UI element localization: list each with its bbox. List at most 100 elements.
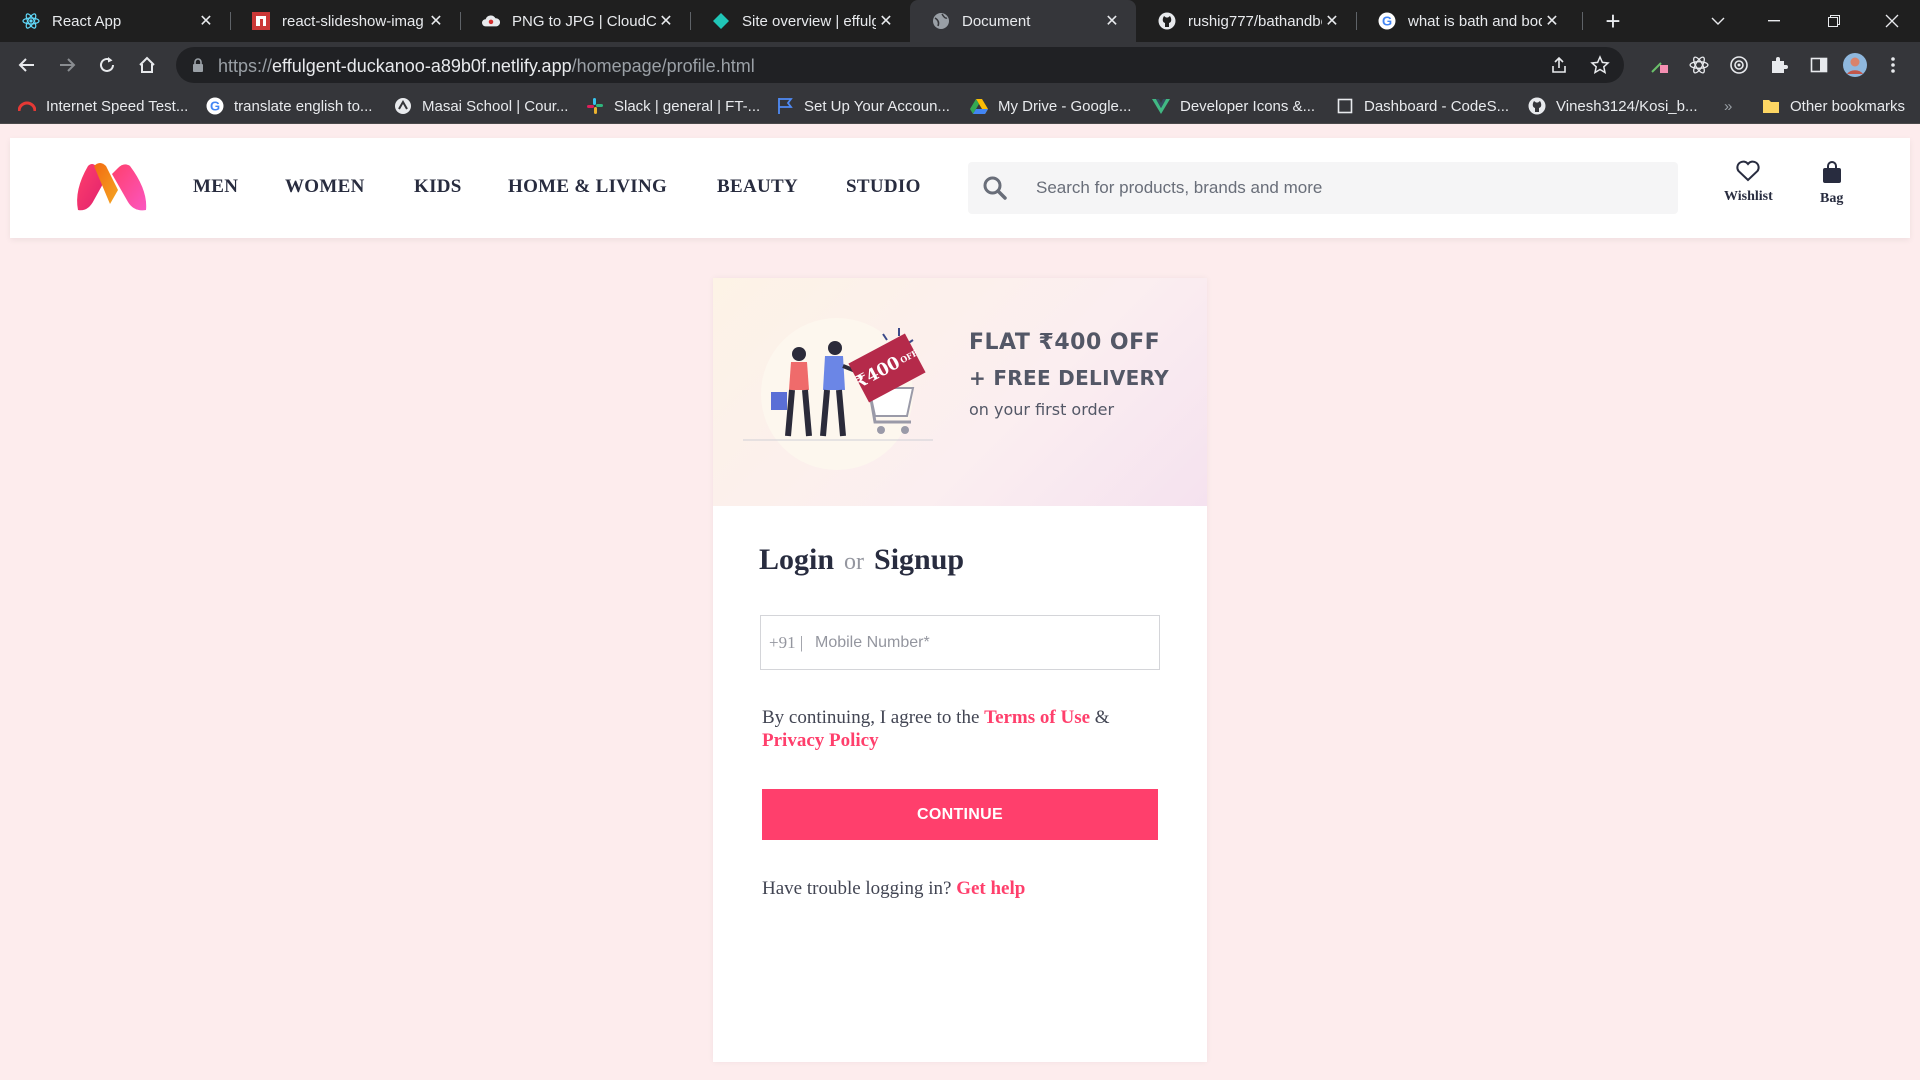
browser-tab-bar: React App ✕ react-slideshow-imag ✕ PNG t… — [0, 0, 1920, 42]
terms-prefix: By continuing, I agree to the — [762, 707, 985, 728]
tab-title: PNG to JPG | CloudCo — [512, 12, 656, 30]
tab-react-app[interactable]: React App ✕ — [0, 0, 230, 42]
continue-button[interactable]: CONTINUE — [762, 789, 1158, 840]
myntra-logo[interactable] — [74, 160, 150, 214]
tab-react-slideshow[interactable]: react-slideshow-imag ✕ — [230, 0, 460, 42]
bookmark-github-kosi[interactable]: Vinesh3124/Kosi_b... — [1528, 88, 1698, 124]
tab-png-to-jpg[interactable]: PNG to JPG | CloudCo ✕ — [460, 0, 690, 42]
bookmark-speedtest[interactable]: Internet Speed Test... — [18, 88, 188, 124]
bookmark-label: Other bookmarks — [1790, 97, 1906, 115]
reload-icon[interactable] — [92, 50, 122, 80]
github-icon — [1158, 12, 1176, 30]
npm-icon — [252, 12, 270, 30]
overflow-chevron: » — [1724, 97, 1733, 115]
bookmark-translate[interactable]: G translate english to... — [206, 88, 372, 124]
new-tab-button[interactable]: + — [1598, 6, 1628, 36]
close-icon[interactable]: ✕ — [196, 11, 216, 31]
help-prefix: Have trouble logging in? — [762, 878, 957, 899]
address-bar[interactable]: https://effulgent-duckanoo-a89b0f.netlif… — [176, 47, 1624, 83]
url-path: /homepage/profile.html — [571, 56, 755, 76]
bookmarks-bar: Internet Speed Test... G translate engli… — [0, 88, 1920, 124]
wishlist-button[interactable]: Wishlist — [1724, 160, 1773, 205]
bookmark-masai[interactable]: Masai School | Cour... — [394, 88, 568, 124]
tab-search-icon[interactable] — [1690, 0, 1746, 42]
restore-icon[interactable] — [1806, 0, 1862, 42]
side-panel-icon[interactable] — [1804, 50, 1834, 80]
browser-menu-icon[interactable] — [1878, 50, 1908, 80]
privacy-policy-link[interactable]: Privacy Policy — [762, 730, 879, 751]
bookmark-label: Vinesh3124/Kosi_b... — [1556, 97, 1698, 115]
close-icon[interactable]: ✕ — [426, 11, 446, 31]
tab-google-search[interactable]: G what is bath and body ✕ — [1356, 0, 1576, 42]
tab-title: what is bath and body — [1408, 12, 1542, 30]
offer-subtext: on your first order — [969, 400, 1115, 419]
nav-men[interactable]: MEN — [193, 176, 238, 198]
nav-studio[interactable]: STUDIO — [846, 176, 921, 198]
bookmark-google-drive[interactable]: My Drive - Google... — [970, 88, 1131, 124]
terms-ampersand: & — [1090, 707, 1110, 728]
site-header: MEN WOMEN KIDS HOME & LIVING BEAUTY STUD… — [10, 138, 1910, 238]
bookmark-star-icon[interactable] — [1590, 55, 1610, 80]
nav-kids[interactable]: KIDS — [414, 176, 462, 198]
discount-tag-sub: OFF — [898, 347, 920, 366]
url-text[interactable]: https://effulgent-duckanoo-a89b0f.netlif… — [218, 56, 755, 77]
eyedropper-extension-icon[interactable] — [1644, 50, 1674, 80]
bookmark-label: Developer Icons &... — [1180, 97, 1316, 115]
extensions-puzzle-icon[interactable] — [1764, 50, 1794, 80]
tab-github-bathandbody[interactable]: rushig777/bathandbo ✕ — [1136, 0, 1356, 42]
terms-of-use-link[interactable]: Terms of Use — [984, 707, 1090, 728]
terms-text: By continuing, I agree to the Terms of U… — [762, 706, 1162, 752]
bag-icon — [1821, 160, 1843, 189]
close-icon[interactable]: ✕ — [1322, 11, 1342, 31]
nav-women[interactable]: WOMEN — [285, 176, 365, 198]
close-icon[interactable]: ✕ — [876, 11, 896, 31]
profile-avatar[interactable] — [1840, 50, 1870, 80]
forward-icon[interactable] — [52, 50, 82, 80]
login-heading: Login or Signup — [759, 543, 964, 577]
search-bar[interactable]: Search for products, brands and more — [968, 162, 1678, 214]
bag-button[interactable]: Bag — [1820, 160, 1843, 207]
tab-document[interactable]: Document ✕ — [910, 0, 1136, 42]
github-icon — [1528, 97, 1546, 115]
search-icon[interactable] — [982, 175, 1008, 201]
close-icon[interactable]: ✕ — [1102, 11, 1122, 31]
bookmark-developer-icons[interactable]: Developer Icons &... — [1152, 88, 1315, 124]
vue-icon — [1152, 97, 1170, 115]
bookmark-label: Set Up Your Accoun... — [804, 97, 950, 115]
login-help-text: Have trouble logging in? Get help — [762, 878, 1025, 900]
bookmark-label: My Drive - Google... — [998, 97, 1132, 115]
tab-site-overview[interactable]: Site overview | effulge ✕ — [690, 0, 910, 42]
minimize-icon[interactable] — [1746, 0, 1802, 42]
close-icon[interactable]: ✕ — [1542, 11, 1562, 31]
back-icon[interactable] — [12, 50, 42, 80]
google-icon: G — [1378, 12, 1396, 30]
mobile-number-input[interactable] — [815, 624, 1145, 662]
target-extension-icon[interactable] — [1724, 50, 1754, 80]
bookmark-codes-dashboard[interactable]: Dashboard - CodeS... — [1336, 88, 1509, 124]
browser-toolbar: https://effulgent-duckanoo-a89b0f.netlif… — [0, 42, 1920, 88]
react-devtools-icon[interactable] — [1684, 50, 1714, 80]
get-help-link[interactable]: Get help — [956, 878, 1025, 899]
nav-home-living[interactable]: HOME & LIVING — [508, 176, 667, 198]
tab-title: Document — [962, 12, 1031, 30]
bookmark-slack[interactable]: Slack | general | FT-... — [586, 88, 760, 124]
react-icon — [22, 12, 40, 30]
share-icon[interactable] — [1550, 56, 1568, 79]
globe-icon — [932, 12, 950, 30]
lock-icon[interactable] — [192, 58, 204, 77]
home-icon[interactable] — [132, 50, 162, 80]
other-bookmarks-folder[interactable]: Other bookmarks — [1762, 88, 1905, 124]
tab-title: react-slideshow-imag — [282, 12, 424, 30]
window-close-icon[interactable] — [1864, 0, 1920, 42]
bookmarks-overflow-button[interactable]: » — [1724, 88, 1732, 124]
url-scheme: https:// — [218, 56, 273, 76]
search-input[interactable]: Search for products, brands and more — [1036, 178, 1322, 198]
close-icon[interactable]: ✕ — [656, 11, 676, 31]
nav-beauty[interactable]: BEAUTY — [717, 176, 798, 198]
mobile-number-field[interactable]: +91 | — [760, 615, 1160, 670]
cloudconvert-icon — [482, 12, 500, 30]
login-word: Login — [759, 543, 835, 576]
bookmark-setup-account[interactable]: Set Up Your Accoun... — [776, 88, 950, 124]
speedtest-icon — [18, 97, 36, 115]
slack-icon — [586, 97, 604, 115]
